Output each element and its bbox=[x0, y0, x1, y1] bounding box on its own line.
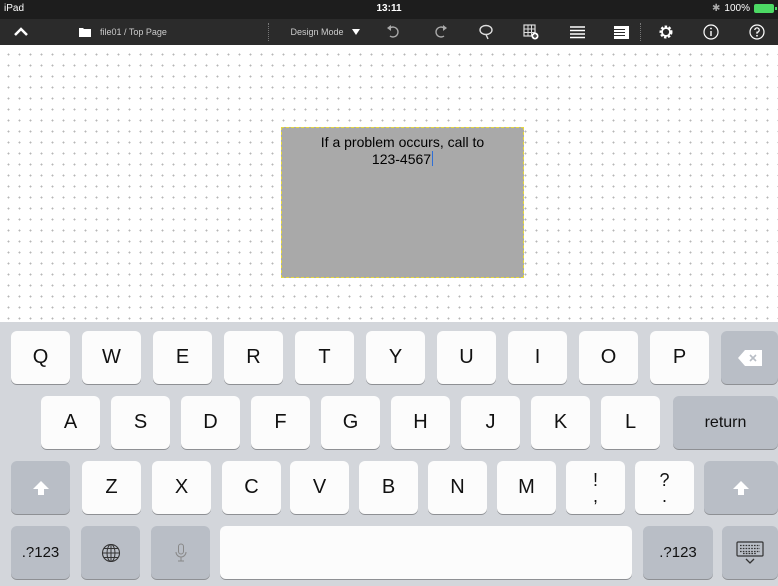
key-b[interactable]: B bbox=[359, 461, 418, 514]
key-m[interactable]: M bbox=[497, 461, 556, 514]
keyboard-hide-icon bbox=[736, 540, 764, 564]
clock: 13:11 bbox=[376, 3, 402, 14]
backspace-key[interactable] bbox=[721, 331, 778, 384]
key-f[interactable]: F bbox=[251, 396, 310, 449]
info-button[interactable] bbox=[700, 19, 722, 45]
text-box[interactable]: If a problem occurs, call to 123-4567 bbox=[281, 127, 524, 278]
key-c[interactable]: C bbox=[222, 461, 281, 514]
key-n[interactable]: N bbox=[428, 461, 487, 514]
key-h[interactable]: H bbox=[391, 396, 450, 449]
status-bar: iPad 13:11 ✱ 100% bbox=[0, 0, 778, 19]
shift-icon bbox=[733, 480, 749, 495]
add-table-button[interactable] bbox=[520, 19, 542, 45]
numbers-key-left[interactable]: .?123 bbox=[11, 526, 70, 579]
key-t[interactable]: T bbox=[295, 331, 354, 384]
backspace-icon bbox=[737, 349, 762, 366]
text-line-2: 123-4567 bbox=[371, 151, 432, 167]
folder-button[interactable] bbox=[78, 19, 92, 45]
list-detail-button[interactable] bbox=[610, 19, 632, 45]
key-question-period[interactable]: ? . bbox=[635, 461, 694, 514]
numbers-key-right[interactable]: .?123 bbox=[643, 526, 713, 579]
mode-label: Design Mode bbox=[290, 27, 344, 37]
hide-keyboard-key[interactable] bbox=[722, 526, 778, 579]
list-icon bbox=[569, 25, 585, 38]
lasso-button[interactable] bbox=[475, 19, 497, 45]
help-button[interactable] bbox=[746, 19, 768, 45]
key-comma-label: , bbox=[592, 485, 598, 506]
key-x[interactable]: X bbox=[152, 461, 211, 514]
list-button[interactable] bbox=[566, 19, 588, 45]
on-screen-keyboard: Q W E R T Y U I O P A S D F G H J K L re… bbox=[0, 322, 778, 586]
redo-button[interactable] bbox=[430, 19, 452, 45]
text-line-2-wrap: 123-4567 bbox=[282, 151, 523, 168]
key-d[interactable]: D bbox=[181, 396, 240, 449]
key-j[interactable]: J bbox=[461, 396, 520, 449]
key-e[interactable]: E bbox=[153, 331, 212, 384]
divider bbox=[268, 23, 270, 41]
collapse-button[interactable] bbox=[10, 19, 32, 45]
key-s[interactable]: S bbox=[111, 396, 170, 449]
dropdown-arrow-icon bbox=[351, 29, 360, 35]
undo-icon bbox=[387, 25, 399, 38]
text-caret bbox=[432, 151, 434, 166]
redo-icon bbox=[435, 25, 447, 38]
shift-key-left[interactable] bbox=[11, 461, 70, 514]
key-exclaim-comma[interactable]: ! , bbox=[566, 461, 625, 514]
dictation-key[interactable] bbox=[151, 526, 210, 579]
key-y[interactable]: Y bbox=[366, 331, 425, 384]
text-line-1: If a problem occurs, call to bbox=[320, 134, 485, 150]
shift-icon bbox=[32, 480, 49, 495]
settings-button[interactable] bbox=[655, 19, 677, 45]
help-icon bbox=[749, 24, 765, 40]
design-canvas[interactable]: If a problem occurs, call to 123-4567 bbox=[0, 45, 778, 322]
undo-button[interactable] bbox=[382, 19, 404, 45]
info-icon bbox=[703, 24, 719, 40]
gear-icon bbox=[659, 25, 673, 39]
toolbar: file01 / Top Page Design Mode bbox=[0, 19, 778, 45]
key-r[interactable]: R bbox=[224, 331, 283, 384]
divider bbox=[640, 23, 642, 41]
key-k[interactable]: K bbox=[531, 396, 590, 449]
chevron-up-icon bbox=[14, 27, 28, 36]
microphone-icon bbox=[175, 543, 186, 561]
key-i[interactable]: I bbox=[508, 331, 567, 384]
key-l[interactable]: L bbox=[601, 396, 660, 449]
folder-icon bbox=[79, 28, 91, 37]
key-v[interactable]: V bbox=[290, 461, 349, 514]
bluetooth-icon: ✱ bbox=[712, 3, 721, 14]
globe-icon bbox=[101, 543, 120, 562]
mode-selector[interactable]: Design Mode bbox=[282, 19, 368, 45]
key-period-label: . bbox=[661, 485, 667, 506]
key-a[interactable]: A bbox=[41, 396, 100, 449]
key-q[interactable]: Q bbox=[11, 331, 70, 384]
lasso-icon bbox=[479, 24, 493, 40]
battery-indicator: ✱ 100% bbox=[712, 3, 777, 14]
key-w[interactable]: W bbox=[82, 331, 141, 384]
shift-key-right[interactable] bbox=[704, 461, 778, 514]
add-table-icon bbox=[523, 24, 539, 40]
breadcrumb[interactable]: file01 / Top Page bbox=[100, 19, 180, 45]
globe-key[interactable] bbox=[81, 526, 140, 579]
key-g[interactable]: G bbox=[321, 396, 380, 449]
key-o[interactable]: O bbox=[579, 331, 638, 384]
key-u[interactable]: U bbox=[437, 331, 496, 384]
space-bar[interactable] bbox=[220, 526, 632, 579]
return-key[interactable]: return bbox=[673, 396, 778, 449]
key-z[interactable]: Z bbox=[82, 461, 141, 514]
battery-percent: 100% bbox=[724, 3, 750, 14]
battery-icon bbox=[754, 4, 777, 13]
list-detail-icon bbox=[613, 25, 629, 39]
key-p[interactable]: P bbox=[650, 331, 709, 384]
